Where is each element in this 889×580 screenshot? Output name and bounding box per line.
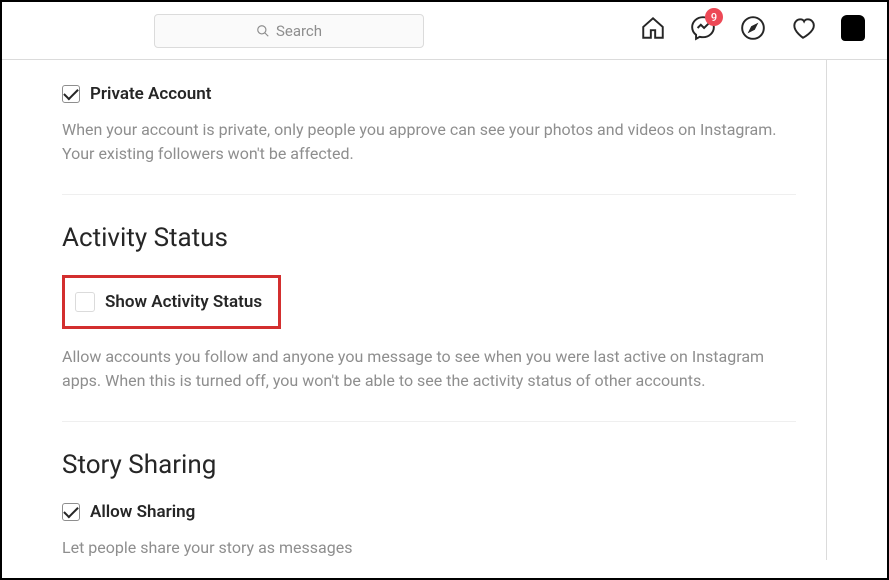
compass-icon bbox=[740, 15, 766, 41]
avatar bbox=[841, 15, 865, 41]
explore-button[interactable] bbox=[739, 14, 767, 42]
top-navigation-bar: Search 9 bbox=[2, 2, 887, 60]
private-account-label: Private Account bbox=[90, 84, 211, 104]
story-sharing-heading: Story Sharing bbox=[62, 450, 796, 480]
allow-sharing-description: Let people share your story as messages bbox=[62, 536, 796, 560]
home-icon bbox=[640, 15, 666, 41]
private-account-checkbox[interactable] bbox=[62, 85, 80, 103]
search-placeholder-text: Search bbox=[276, 22, 322, 40]
show-activity-label: Show Activity Status bbox=[105, 292, 262, 312]
show-activity-description: Allow accounts you follow and anyone you… bbox=[62, 345, 796, 393]
private-account-row: Private Account bbox=[62, 84, 796, 104]
messages-badge: 9 bbox=[705, 8, 723, 26]
settings-scroll-area: Private Account When your account is pri… bbox=[62, 60, 827, 560]
search-container: Search bbox=[154, 14, 424, 48]
show-activity-highlight: Show Activity Status bbox=[62, 275, 281, 329]
allow-sharing-row: Allow Sharing bbox=[62, 502, 796, 522]
section-divider bbox=[62, 421, 796, 422]
activity-button[interactable] bbox=[789, 14, 817, 42]
private-account-description: When your account is private, only peopl… bbox=[62, 118, 796, 166]
settings-content: Private Account When your account is pri… bbox=[2, 60, 887, 578]
messenger-button[interactable]: 9 bbox=[689, 14, 717, 42]
show-activity-checkbox[interactable] bbox=[75, 292, 95, 312]
allow-sharing-label: Allow Sharing bbox=[90, 502, 195, 522]
nav-icons-group: 9 bbox=[639, 14, 867, 42]
search-input[interactable]: Search bbox=[154, 14, 424, 48]
search-icon bbox=[256, 24, 270, 38]
heart-icon bbox=[790, 15, 816, 41]
activity-status-heading: Activity Status bbox=[62, 223, 796, 253]
profile-button[interactable] bbox=[839, 14, 867, 42]
section-divider bbox=[62, 194, 796, 195]
home-button[interactable] bbox=[639, 14, 667, 42]
allow-sharing-checkbox[interactable] bbox=[62, 503, 80, 521]
